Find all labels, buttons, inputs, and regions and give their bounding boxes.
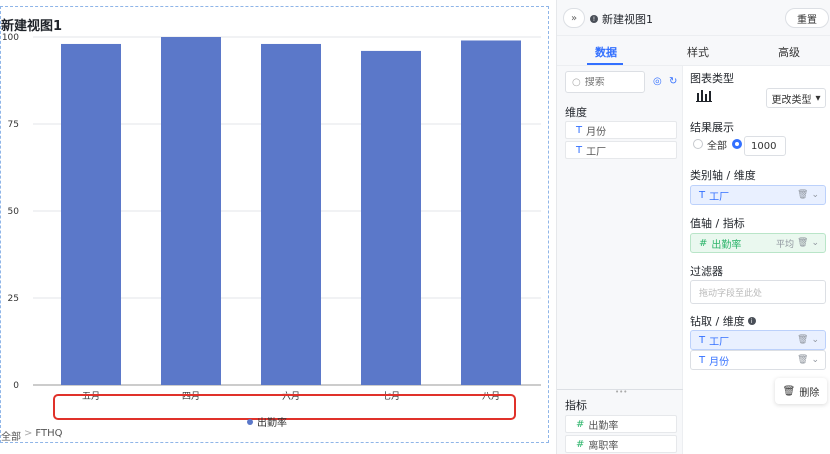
pill-actions: 平均 🗑 ⌄: [776, 237, 819, 250]
pill-label: 工厂: [709, 191, 730, 203]
trash-icon: 🗑: [782, 385, 796, 397]
radio-limit[interactable]: [732, 139, 742, 149]
tab-data[interactable]: 数据: [595, 44, 617, 60]
breadcrumb-separator: >: [24, 428, 33, 439]
info-icon: !: [590, 15, 598, 23]
metric-field-attendance[interactable]: # 出勤率: [565, 415, 677, 433]
bar[interactable]: [61, 43, 121, 386]
value-axis-label: 值轴 / 指标: [690, 217, 745, 230]
drill-field-month[interactable]: T 月份 🗑 ⌄: [690, 350, 826, 370]
bar[interactable]: [261, 43, 321, 386]
pill-label: 月份: [709, 356, 730, 368]
trash-icon[interactable]: 🗑: [797, 355, 808, 365]
app-root: 新建视图1 0 25 50 75 100 五月 四月 六月 七月 八月 出勤率 全部 > FTHQ…: [0, 0, 830, 454]
chevron-down-icon[interactable]: ⌄: [811, 355, 819, 365]
bar[interactable]: [161, 37, 221, 385]
text-type-icon: T: [699, 189, 706, 201]
pill-actions: 🗑 ⌄: [797, 190, 819, 200]
active-tab-indicator: [587, 63, 623, 65]
dimension-field-month[interactable]: T 月份: [565, 121, 677, 139]
dimension-section-label: 维度: [565, 106, 587, 119]
info-icon[interactable]: i: [747, 317, 756, 325]
trash-icon[interactable]: 🗑: [797, 190, 808, 200]
pill-actions: 🗑 ⌄: [797, 355, 819, 365]
drill-label-text: 钻取 / 维度: [690, 315, 745, 328]
value-axis-field[interactable]: # 出勤率 平均 🗑 ⌄: [690, 233, 826, 253]
tab-advanced[interactable]: 高级: [778, 44, 800, 60]
field-label: 出勤率: [588, 420, 619, 432]
panel-header: » ! 新建视图1 重置: [557, 0, 830, 36]
field-label: 离职率: [588, 440, 619, 452]
drill-label: 钻取 / 维度 i: [690, 313, 756, 329]
breadcrumb: 全部 > FTHQ: [1, 428, 62, 443]
limit-input[interactable]: 1000: [744, 136, 786, 156]
y-tick-label: 25: [8, 294, 19, 304]
trash-icon[interactable]: 🗑: [797, 335, 808, 345]
text-type-icon: T: [699, 334, 706, 346]
field-label: 工厂: [586, 146, 607, 158]
chart-type-label: 图表类型: [690, 72, 734, 85]
y-tick-label: 0: [13, 381, 19, 391]
y-tick-label: 75: [8, 120, 19, 130]
settings-icon[interactable]: ◎: [653, 76, 662, 87]
bar-chart: 0255075100五月 四月 六月 七月 八月: [2, 33, 541, 402]
radio-all[interactable]: [693, 139, 703, 149]
breadcrumb-current: FTHQ: [35, 428, 63, 439]
collapse-panel-button[interactable]: »: [563, 8, 585, 28]
pill-label: 工厂: [709, 336, 730, 348]
trash-icon[interactable]: 🗑: [797, 238, 808, 248]
pill-actions: 🗑 ⌄: [797, 335, 819, 345]
field-list-column: ○ ◎ ↻ 维度 T月份 T工厂 ••• 指标 #出勤率 #离职率: [557, 66, 683, 454]
text-type-icon: T: [699, 354, 706, 366]
legend-label: 出勤率: [257, 418, 287, 429]
legend-dot-icon: [247, 418, 253, 425]
tab-style[interactable]: 样式: [687, 44, 709, 60]
drag-dots-icon: •••: [615, 388, 628, 396]
filter-label: 过滤器: [690, 265, 723, 278]
text-type-icon: T: [576, 144, 583, 156]
change-type-label: 更改类型: [771, 94, 812, 106]
bar-chart-icon[interactable]: [696, 88, 712, 102]
metric-section-label: 指标: [565, 399, 587, 412]
chart-pane: 新建视图1 0 25 50 75 100 五月 四月 六月 七月 八月 出勤率 全部 > FTHQ: [0, 6, 549, 443]
view-name-label: 新建视图1: [602, 13, 653, 26]
bar[interactable]: [461, 40, 521, 385]
refresh-icon[interactable]: ↻: [669, 76, 677, 87]
breadcrumb-root[interactable]: 全部: [1, 428, 21, 443]
number-type-icon: #: [576, 438, 585, 450]
bar[interactable]: [361, 50, 421, 386]
reset-button[interactable]: 重置: [785, 8, 829, 28]
change-type-select[interactable]: 更改类型 ▾: [766, 88, 826, 108]
number-type-icon: #: [699, 237, 708, 249]
y-tick-label: 100: [2, 33, 19, 43]
dimension-field-factory[interactable]: T 工厂: [565, 141, 677, 159]
radio-all-label: 全部: [707, 141, 727, 152]
chevron-down-icon[interactable]: ⌄: [811, 335, 819, 345]
delete-label: 删除: [799, 387, 820, 399]
metric-field-turnover[interactable]: # 离职率: [565, 435, 677, 453]
pill-label: 出勤率: [711, 239, 742, 251]
field-label: 月份: [586, 126, 607, 138]
number-type-icon: #: [576, 418, 585, 430]
filter-drop-zone[interactable]: 拖动字段至此处: [690, 280, 826, 304]
aggregation-label[interactable]: 平均: [776, 237, 794, 250]
chevron-down-icon[interactable]: ⌄: [811, 238, 819, 248]
search-icon: ○: [572, 76, 581, 88]
drill-field-factory[interactable]: T 工厂 🗑 ⌄: [690, 330, 826, 350]
category-axis-label: 类别轴 / 维度: [690, 169, 756, 182]
search-input[interactable]: [584, 76, 641, 88]
caret-down-icon: ▾: [815, 92, 821, 104]
y-tick-label: 50: [8, 207, 20, 217]
delete-popover[interactable]: 🗑 删除: [775, 378, 827, 404]
field-search[interactable]: ○: [565, 71, 645, 93]
chart-legend[interactable]: 出勤率: [247, 414, 287, 429]
view-name: ! 新建视图1: [590, 11, 653, 27]
double-chevron-right-icon: »: [570, 12, 578, 24]
category-axis-field[interactable]: T 工厂 🗑 ⌄: [690, 185, 826, 205]
result-label: 结果展示: [690, 121, 734, 134]
panel-tabs: 数据 样式 高级: [557, 36, 830, 66]
chevron-down-icon[interactable]: ⌄: [811, 190, 819, 200]
text-type-icon: T: [576, 124, 583, 136]
